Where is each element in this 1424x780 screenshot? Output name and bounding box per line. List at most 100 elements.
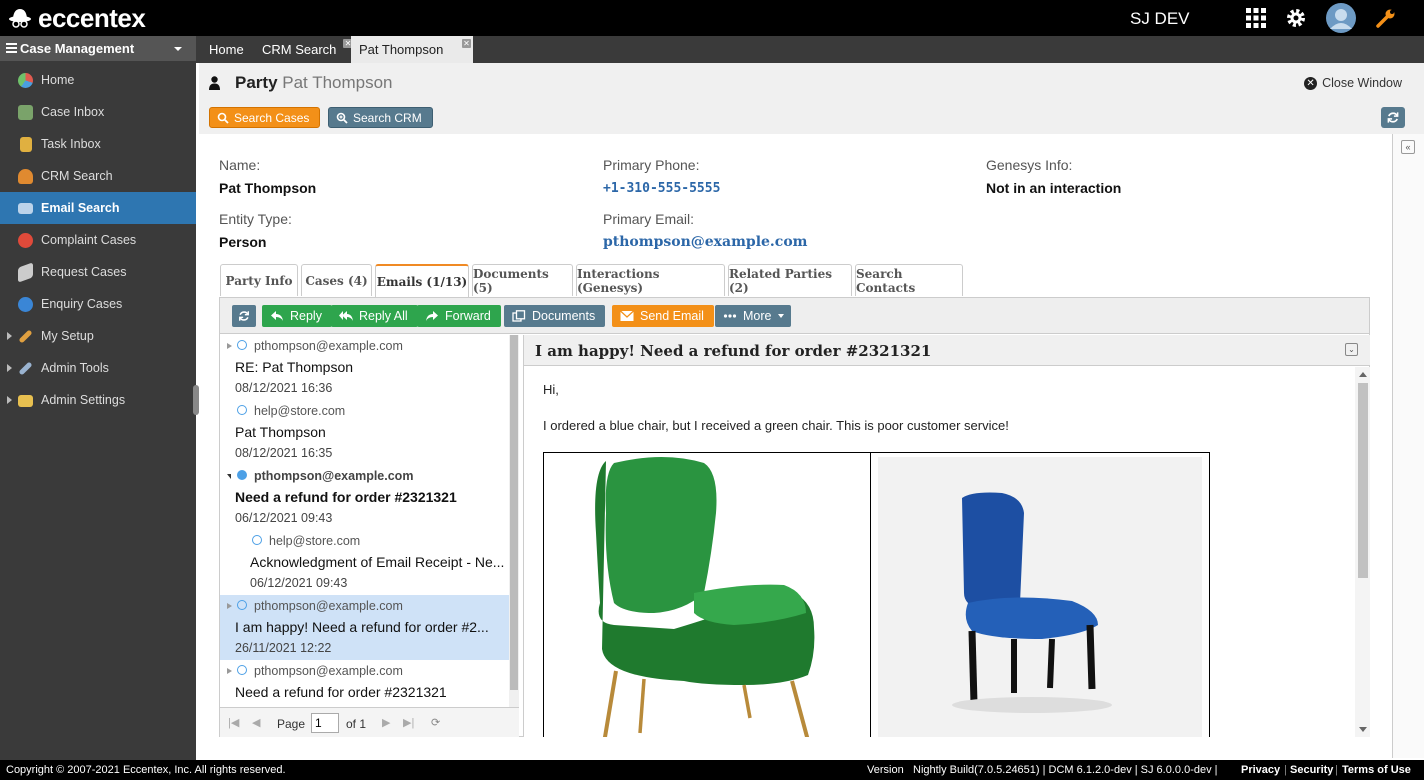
list-item[interactable]: pthompson@example.com Need a refund for …	[220, 660, 509, 707]
security-link[interactable]: Security	[1290, 764, 1333, 776]
reply-all-icon	[339, 311, 353, 321]
sidebar-item-admin-tools[interactable]: Admin Tools	[0, 352, 196, 384]
scrollbar-thumb[interactable]	[510, 335, 518, 690]
version-info: Nightly Build(7.0.5.24651) | DCM 6.1.2.0…	[913, 764, 1218, 776]
name-label: Name:	[219, 157, 261, 173]
search-cases-button[interactable]: Search Cases	[209, 107, 321, 128]
search-crm-button[interactable]: Search CRM	[328, 107, 433, 128]
primary-email-link[interactable]: pthompson@example.com	[603, 234, 807, 250]
wrench-icon[interactable]	[1374, 6, 1398, 30]
sidebar-item-label: Admin Tools	[41, 361, 109, 375]
documents-button[interactable]: Documents	[504, 305, 606, 327]
unread-circle-icon	[237, 665, 247, 675]
close-icon: ✕	[1304, 76, 1318, 90]
expand-arrow-icon[interactable]	[7, 364, 12, 372]
scroll-down-icon[interactable]	[1359, 727, 1367, 732]
terms-link[interactable]: Terms of Use	[1342, 764, 1411, 776]
sidebar-item-home[interactable]: Home	[0, 64, 196, 96]
page-header: Party Pat Thompson ✕ Close Window	[199, 63, 1424, 101]
close-tab-icon[interactable]: ✕	[462, 39, 471, 48]
close-window-button[interactable]: ✕ Close Window	[1304, 76, 1402, 90]
page-title: Party Pat Thompson	[235, 73, 393, 93]
expand-arrow-icon[interactable]	[227, 343, 232, 349]
tab-crm-search[interactable]: CRM Search ✕	[254, 36, 354, 63]
email-from: pthompson@example.com	[254, 469, 414, 483]
footer-divider: |	[1284, 764, 1287, 776]
refresh-icon	[239, 311, 249, 321]
list-item[interactable]: pthompson@example.com RE: Pat Thompson 0…	[220, 335, 509, 400]
refresh-button[interactable]	[1381, 107, 1405, 128]
reply-button[interactable]: Reply	[262, 305, 332, 327]
list-item[interactable]: help@store.com Acknowledgment of Email R…	[220, 530, 509, 595]
reply-all-button[interactable]: Reply All	[331, 305, 418, 327]
last-page-icon[interactable]: ▶|	[403, 716, 415, 729]
spy-hat-icon	[9, 9, 31, 28]
collapse-arrow-icon[interactable]	[227, 474, 231, 479]
sidebar-item-crm-search[interactable]: CRM Search	[0, 160, 196, 192]
tab-home[interactable]: Home	[201, 36, 252, 63]
page-number-input[interactable]	[311, 713, 339, 733]
expand-panel-icon[interactable]: «	[1401, 140, 1415, 154]
list-item[interactable]: pthompson@example.com Need a refund for …	[220, 465, 509, 530]
sidebar-item-complaint-cases[interactable]: Complaint Cases	[0, 224, 196, 256]
tab-interactions-genesys[interactable]: Interactions (Genesys)	[576, 264, 725, 296]
app-logo[interactable]: eccentex	[8, 3, 146, 33]
unread-circle-icon	[237, 600, 247, 610]
sidebar-item-label: My Setup	[41, 329, 94, 343]
refresh-icon[interactable]: ⟳	[431, 716, 443, 729]
forward-button[interactable]: Forward	[417, 305, 501, 327]
gear-icon[interactable]	[1284, 6, 1308, 30]
email-list-scrollbar[interactable]	[509, 335, 519, 707]
primary-phone-link[interactable]: +1-310-555-5555	[603, 181, 720, 196]
forward-label: Forward	[445, 309, 491, 323]
email-body: Hi, I ordered a blue chair, but I receiv…	[524, 367, 1355, 737]
sidebar-item-task-inbox[interactable]: Task Inbox	[0, 128, 196, 160]
reply-all-label: Reply All	[359, 309, 408, 323]
next-page-icon[interactable]: ▶	[382, 716, 394, 729]
apps-grid-icon[interactable]	[1244, 6, 1268, 30]
user-name[interactable]: SJ DEV	[1130, 9, 1190, 29]
entity-type-label: Entity Type:	[219, 211, 292, 227]
expand-arrow-icon[interactable]	[7, 396, 12, 404]
expand-arrow-icon[interactable]	[227, 668, 232, 674]
scroll-up-icon[interactable]	[1359, 372, 1367, 377]
scrollbar-thumb[interactable]	[1358, 383, 1368, 578]
first-page-icon[interactable]: |◀	[228, 716, 240, 729]
sidebar-item-enquiry-cases[interactable]: Enquiry Cases	[0, 288, 196, 320]
expand-arrow-icon[interactable]	[227, 603, 232, 609]
tab-pat-thompson[interactable]: Pat Thompson ✕	[351, 36, 473, 63]
more-button[interactable]: More	[715, 305, 792, 327]
reply-label: Reply	[290, 309, 322, 323]
sidebar-item-my-setup[interactable]: My Setup	[0, 320, 196, 352]
reply-icon	[271, 311, 283, 321]
sidebar-header[interactable]: Case Management	[0, 36, 196, 61]
list-item[interactable]: help@store.com Pat Thompson 08/12/2021 1…	[220, 400, 509, 465]
sidebar-item-request-cases[interactable]: Request Cases	[0, 256, 196, 288]
tab-search-contacts[interactable]: Search Contacts	[855, 264, 963, 296]
tab-party-info[interactable]: Party Info	[220, 264, 298, 296]
email-body-scrollbar[interactable]	[1355, 367, 1370, 737]
prev-page-icon[interactable]: ◀	[252, 716, 264, 729]
collapse-icon[interactable]: ⌄	[1345, 343, 1358, 356]
sidebar-item-admin-settings[interactable]: Admin Settings	[0, 384, 196, 416]
email-refresh-button[interactable]	[232, 305, 256, 327]
tab-emails[interactable]: Emails (1/13)	[375, 264, 469, 297]
privacy-link[interactable]: Privacy	[1241, 764, 1280, 776]
list-item[interactable]: pthompson@example.com I am happy! Need a…	[220, 595, 509, 660]
tab-label: Interactions (Genesys)	[577, 266, 660, 295]
tab-related-parties[interactable]: Related Parties (2)	[728, 264, 852, 296]
page-label: Page	[277, 717, 306, 731]
window-tab-bar: Home CRM Search ✕ Pat Thompson ✕	[196, 36, 1424, 63]
email-subject: Pat Thompson	[235, 424, 326, 440]
tab-documents[interactable]: Documents (5)	[472, 264, 573, 296]
folder-icon	[18, 395, 33, 407]
sidebar-item-email-search[interactable]: Email Search	[0, 192, 196, 224]
tab-cases[interactable]: Cases (4)	[301, 264, 372, 296]
expand-arrow-icon[interactable]	[7, 332, 12, 340]
send-email-button[interactable]: Send Email	[612, 305, 714, 327]
avatar[interactable]	[1326, 3, 1356, 33]
copyright: Copyright © 2007-2021 Eccentex, Inc. All…	[6, 764, 286, 776]
page-title-label: Party	[235, 73, 278, 92]
sidebar-item-case-inbox[interactable]: Case Inbox	[0, 96, 196, 128]
unread-circle-icon	[237, 340, 247, 350]
